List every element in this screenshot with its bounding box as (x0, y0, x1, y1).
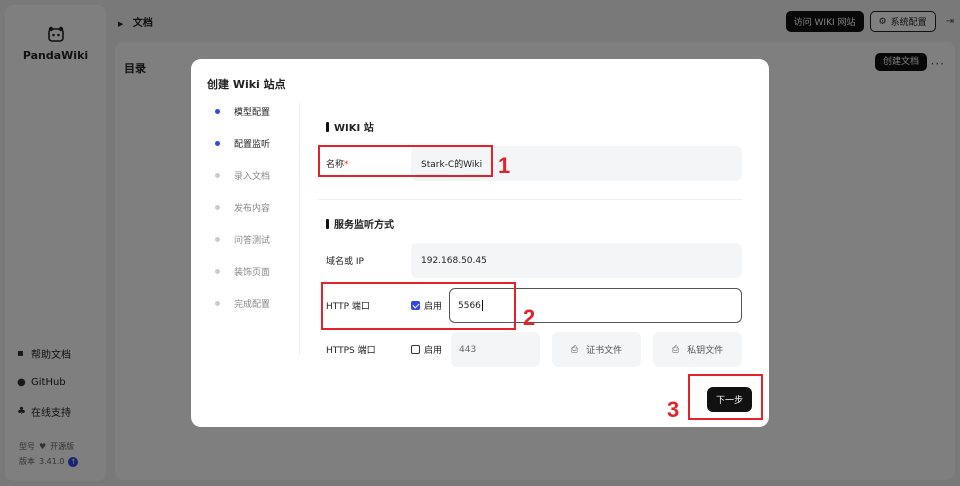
step-dot (215, 173, 220, 178)
modal-title: 创建 Wiki 站点 (207, 78, 286, 91)
annotation-number-2: 2 (523, 305, 536, 330)
domain-label: 域名或 IP (326, 257, 364, 267)
annotation-number-3: 3 (667, 397, 680, 422)
step-label: 模型配置 (234, 108, 271, 118)
annotation-number-1: 1 (498, 153, 511, 178)
step-item: 录入文档 (215, 169, 270, 201)
step-label: 配置监听 (234, 140, 271, 150)
step-item: 完成配置 (215, 297, 270, 329)
https-port-value: 443 (459, 344, 477, 355)
create-wiki-modal: 创建 Wiki 站点 模型配置 配置监听 录入文档 发布内容 问答测试 装饰页面… (191, 59, 769, 427)
divider (318, 199, 742, 200)
section-title-text: WIKI 站 (334, 123, 374, 134)
checkbox-unchecked-icon (411, 345, 420, 354)
domain-row: 域名或 IP 192.168.50.45 (318, 243, 742, 278)
cert-file-button[interactable]: ⎙ 证书文件 (552, 332, 641, 367)
step-label: 录入文档 (234, 172, 271, 182)
https-label: HTTPS 端口 (326, 346, 376, 356)
divider (299, 103, 300, 355)
step-label: 发布内容 (234, 204, 271, 214)
https-port-input[interactable]: 443 (451, 332, 540, 367)
https-enable-checkbox[interactable]: 启用 (411, 343, 442, 356)
section-bar (326, 218, 329, 229)
annotation-box-2 (321, 282, 516, 330)
cert-file-label: 证书文件 (586, 346, 623, 356)
step-item: 问答测试 (215, 233, 270, 265)
domain-input[interactable]: 192.168.50.45 (411, 243, 742, 278)
step-dot (215, 205, 220, 210)
step-dot (215, 141, 220, 146)
annotation-box-3 (688, 374, 763, 420)
step-item: 发布内容 (215, 201, 270, 233)
step-item: 配置监听 (215, 137, 270, 169)
annotation-box-1 (318, 145, 493, 177)
section-title-wiki: WIKI 站 (326, 119, 374, 134)
key-file-button[interactable]: ⎙ 私钥文件 (653, 332, 742, 367)
step-label: 问答测试 (234, 236, 271, 246)
step-dot (215, 301, 220, 306)
step-label: 装饰页面 (234, 268, 271, 278)
section-bar (326, 121, 329, 132)
step-dot (215, 109, 220, 114)
step-dot (215, 269, 220, 274)
section-title-listen: 服务监听方式 (326, 216, 394, 231)
step-item: 模型配置 (215, 105, 270, 137)
enable-label: 启用 (424, 346, 443, 356)
upload-icon: ⎙ (570, 344, 579, 355)
domain-input-value: 192.168.50.45 (421, 255, 487, 266)
key-file-label: 私钥文件 (687, 346, 724, 356)
step-list: 模型配置 配置监听 录入文档 发布内容 问答测试 装饰页面 完成配置 (215, 105, 270, 329)
https-row: HTTPS 端口 启用 443 ⎙ 证书文件 ⎙ 私钥文件 (318, 332, 742, 367)
section-title-text: 服务监听方式 (334, 220, 394, 231)
step-item: 装饰页面 (215, 265, 270, 297)
step-label: 完成配置 (234, 300, 271, 310)
step-dot (215, 237, 220, 242)
upload-icon: ⎙ (671, 344, 680, 355)
